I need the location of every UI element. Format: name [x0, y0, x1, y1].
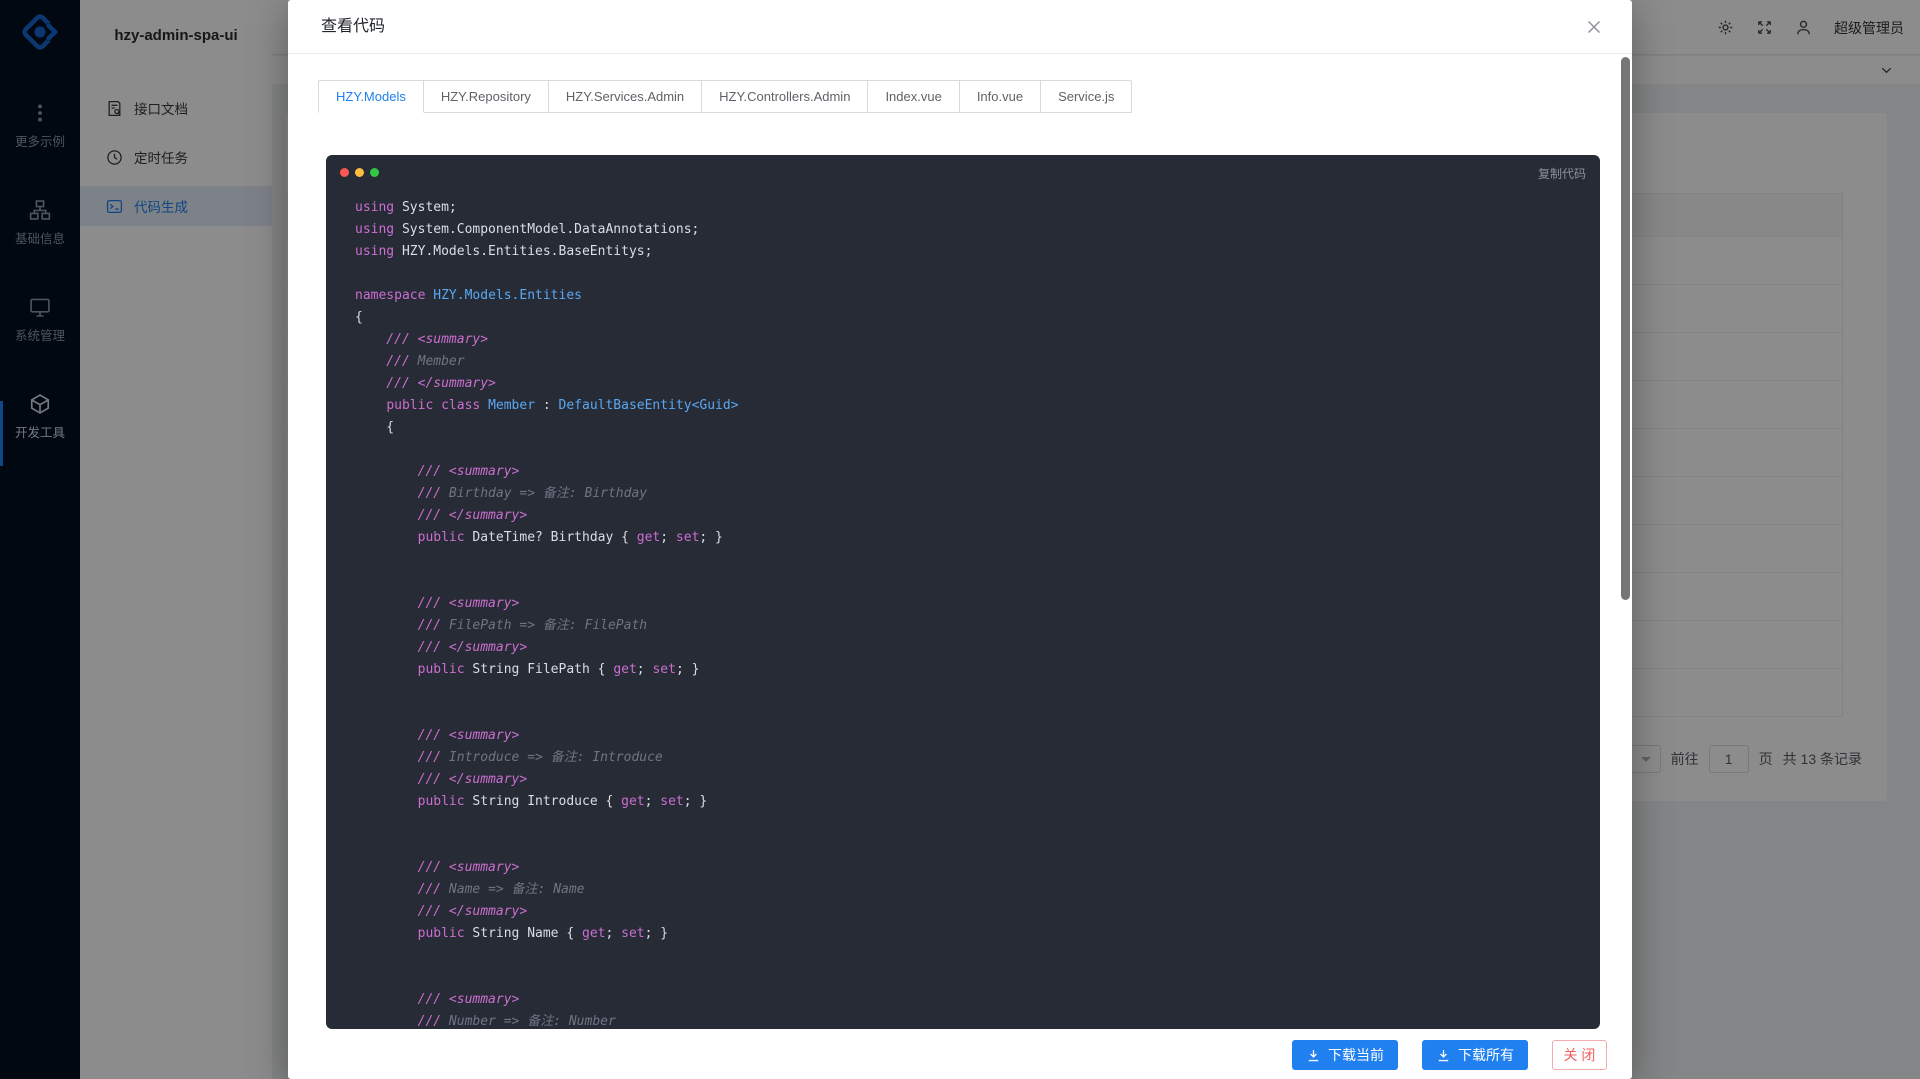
code-line: [355, 945, 1600, 967]
code-line: using HZY.Models.Entities.BaseEntitys;: [355, 241, 1600, 263]
code-line: /// </summary>: [355, 505, 1600, 527]
code-line: using System.ComponentModel.DataAnnotati…: [355, 219, 1600, 241]
code-line: [355, 703, 1600, 725]
view-code-modal: 查看代码 HZY.ModelsHZY.RepositoryHZY.Service…: [288, 0, 1632, 1079]
download-current-button[interactable]: 下载当前: [1292, 1040, 1398, 1070]
tab-index-vue[interactable]: Index.vue: [867, 80, 959, 113]
code-line: /// <summary>: [355, 989, 1600, 1011]
code-line: /// </summary>: [355, 769, 1600, 791]
red-dot-icon: [340, 168, 349, 177]
code-line: public String Introduce { get; set; }: [355, 791, 1600, 813]
window-dots-icon: [340, 168, 379, 177]
code-line: [355, 813, 1600, 835]
yellow-dot-icon: [355, 168, 364, 177]
tab-info-vue[interactable]: Info.vue: [959, 80, 1041, 113]
code-content: using System;using System.ComponentModel…: [326, 197, 1600, 1029]
code-line: public DateTime? Birthday { get; set; }: [355, 527, 1600, 549]
code-line: /// FilePath => 备注: FilePath: [355, 615, 1600, 637]
code-line: public class Member : DefaultBaseEntity<…: [355, 395, 1600, 417]
modal-footer: 下载当前 下载所有 关 闭: [1292, 1040, 1607, 1070]
code-line: /// Birthday => 备注: Birthday: [355, 483, 1600, 505]
close-button[interactable]: 关 闭: [1552, 1040, 1607, 1070]
code-line: [355, 967, 1600, 989]
code-line: public String FilePath { get; set; }: [355, 659, 1600, 681]
tab-hzy-services-admin[interactable]: HZY.Services.Admin: [548, 80, 702, 113]
code-line: [355, 835, 1600, 857]
code-viewer: 复制代码 using System;using System.Component…: [326, 155, 1600, 1029]
code-line: /// <summary>: [355, 725, 1600, 747]
tab-hzy-repository[interactable]: HZY.Repository: [423, 80, 549, 113]
code-line: [355, 549, 1600, 571]
modal-scrollbar-thumb[interactable]: [1621, 57, 1630, 600]
code-line: /// Member: [355, 351, 1600, 373]
code-line: [355, 439, 1600, 461]
green-dot-icon: [370, 168, 379, 177]
code-line: /// </summary>: [355, 901, 1600, 923]
code-line: /// </summary>: [355, 637, 1600, 659]
code-line: {: [355, 307, 1600, 329]
code-line: /// Name => 备注: Name: [355, 879, 1600, 901]
code-line: /// <summary>: [355, 593, 1600, 615]
code-line: namespace HZY.Models.Entities: [355, 285, 1600, 307]
code-line: /// </summary>: [355, 373, 1600, 395]
code-line: /// Number => 备注: Number: [355, 1011, 1600, 1029]
tab-hzy-models[interactable]: HZY.Models: [318, 80, 424, 113]
code-line: {: [355, 417, 1600, 439]
modal-header: 查看代码: [288, 0, 1632, 54]
close-icon[interactable]: [1584, 17, 1604, 37]
code-viewer-header: 复制代码: [326, 155, 1600, 189]
code-line: [355, 681, 1600, 703]
code-line: [355, 263, 1600, 285]
code-line: /// <summary>: [355, 857, 1600, 879]
code-line: [355, 571, 1600, 593]
code-file-tabs: HZY.ModelsHZY.RepositoryHZY.Services.Adm…: [318, 80, 1132, 113]
tab-hzy-controllers-admin[interactable]: HZY.Controllers.Admin: [701, 80, 868, 113]
code-line: /// <summary>: [355, 329, 1600, 351]
tab-service-js[interactable]: Service.js: [1040, 80, 1132, 113]
modal-title: 查看代码: [321, 0, 385, 54]
download-all-button[interactable]: 下载所有: [1422, 1040, 1528, 1070]
code-line: using System;: [355, 197, 1600, 219]
code-line: /// Introduce => 备注: Introduce: [355, 747, 1600, 769]
copy-code-button[interactable]: 复制代码: [1538, 165, 1586, 182]
code-line: /// <summary>: [355, 461, 1600, 483]
download-icon: [1306, 1048, 1321, 1063]
code-line: public String Name { get; set; }: [355, 923, 1600, 945]
download-icon: [1436, 1048, 1451, 1063]
